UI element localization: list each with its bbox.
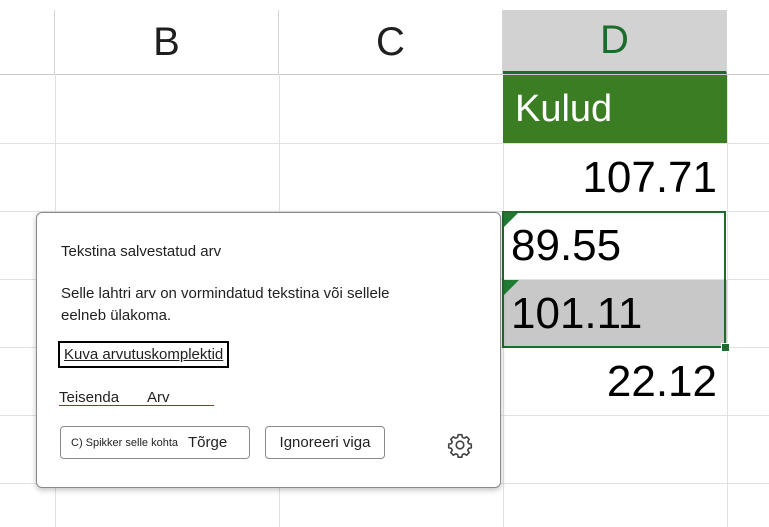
cell-d-row3[interactable]: 101.11 [503, 280, 727, 347]
column-header-a-edge[interactable] [0, 10, 55, 74]
gear-icon[interactable] [447, 432, 473, 458]
error-popup: Tekstina salvestatud arv Selle lahtri ar… [36, 212, 501, 488]
convert-to-number-option[interactable]: Teisenda Arv [59, 389, 170, 406]
show-calculation-steps-link[interactable]: Kuva arvutuskomplektid [58, 341, 230, 368]
cell-d-header[interactable]: Kulud [503, 75, 727, 143]
column-header-d[interactable]: D [503, 10, 727, 74]
convert-label: Teisenda [59, 389, 120, 406]
column-header-c[interactable]: C [279, 10, 503, 74]
help-button-small-text: C) Spikker selle kohta [71, 436, 178, 449]
cell-d-row2[interactable]: 89.55 [503, 212, 727, 279]
help-on-error-button[interactable]: C) Spikker selle kohta Tõrge [60, 426, 250, 459]
cell-value: 89.55 [511, 220, 622, 270]
convert-value: Arv [147, 389, 170, 406]
fill-handle[interactable] [721, 343, 730, 352]
cell-d-row1[interactable]: 107.71 [503, 144, 727, 211]
popup-title: Tekstina salvestatud arv [61, 243, 222, 260]
cell-value: 101.11 [511, 288, 643, 338]
error-indicator-icon [503, 212, 519, 228]
convert-underline [59, 405, 214, 406]
error-indicator-icon [503, 280, 519, 296]
column-header-b[interactable]: B [55, 10, 279, 74]
popup-description: Selle lahtri arv on vormindatud tekstina… [61, 285, 390, 324]
column-gridline [727, 74, 728, 527]
column-header-e-edge[interactable] [727, 10, 769, 74]
help-button-label: Tõrge [188, 434, 228, 451]
ignore-error-button[interactable]: Ignoreeri viga [265, 426, 385, 459]
cell-d-row4[interactable]: 22.12 [503, 348, 727, 415]
